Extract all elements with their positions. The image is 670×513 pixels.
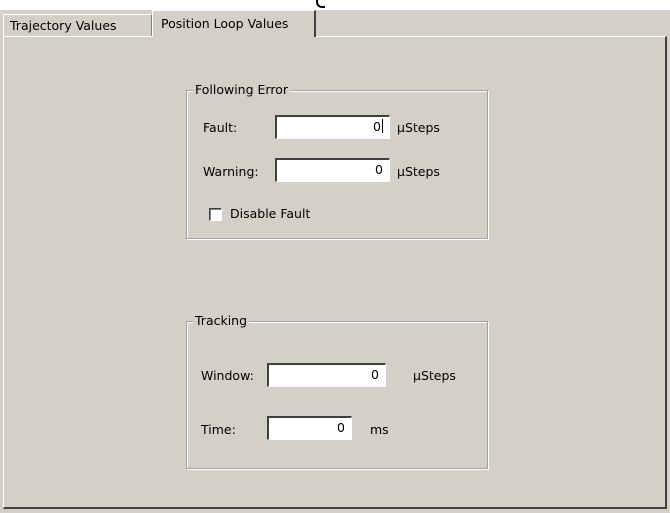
tab-trajectory-values[interactable]: Trajectory Values	[3, 14, 152, 36]
following-error-group: Following Error Fault: 0 µSteps Warning:…	[186, 82, 488, 239]
warning-input[interactable]: 0	[275, 158, 390, 182]
window-label: Window:	[201, 368, 254, 383]
tab-position-loop-values[interactable]: Position Loop Values	[152, 10, 316, 37]
window-unit-label: µSteps	[413, 368, 456, 383]
time-unit-label: ms	[370, 422, 389, 437]
window-input[interactable]: 0	[267, 363, 386, 387]
tab-label: Position Loop Values	[161, 16, 289, 31]
following-error-group-title: Following Error	[193, 82, 290, 98]
clipped-glyph-fragment	[316, 0, 325, 8]
warning-unit-label: µSteps	[397, 164, 440, 179]
disable-fault-label[interactable]: Disable Fault	[230, 206, 310, 222]
fault-unit-label: µSteps	[397, 120, 440, 135]
top-strip	[0, 0, 670, 10]
tracking-group-title: Tracking	[193, 313, 250, 329]
tab-label: Trajectory Values	[10, 18, 117, 33]
warning-label: Warning:	[203, 164, 259, 179]
fault-input[interactable]: 0	[275, 115, 390, 139]
time-label: Time:	[201, 422, 236, 437]
tracking-group: Tracking Window: 0 µSteps Time: 0 ms	[186, 313, 488, 469]
time-input[interactable]: 0	[267, 416, 352, 440]
tab-panel-position-loop-values: Following Error Fault: 0 µSteps Warning:…	[3, 36, 667, 509]
fault-label: Fault:	[203, 120, 238, 135]
text-caret	[382, 119, 383, 133]
disable-fault-checkbox[interactable]	[209, 208, 222, 221]
